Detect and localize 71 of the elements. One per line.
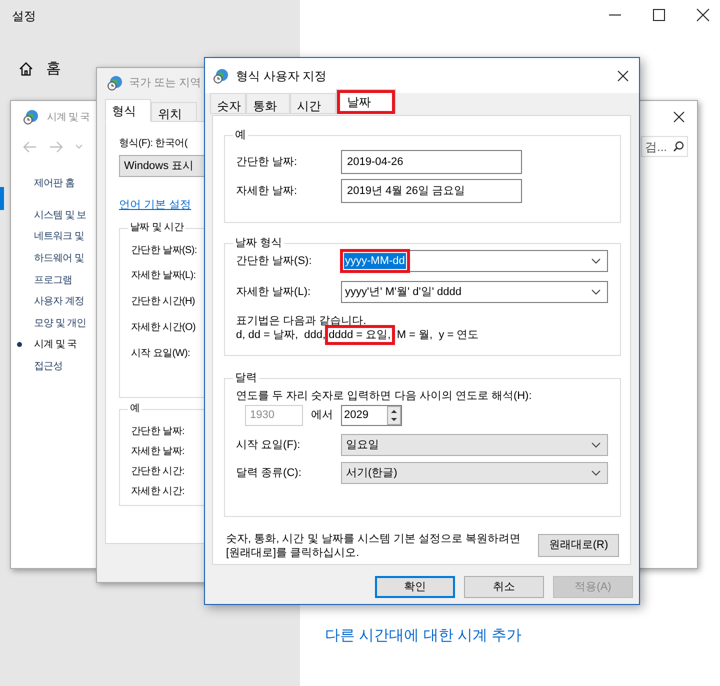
tab[interactable]: 날짜 — [336, 89, 396, 115]
maximize-icon[interactable] — [652, 8, 666, 22]
sidebar-item[interactable]: 제어판 홈 — [34, 176, 74, 192]
field-label: 자세한 날짜: — [131, 444, 184, 459]
notation-text: d, dd = 날짜, ddd, dddd = 요일, M = 월, y = 연도 — [236, 328, 479, 342]
field-label: 시작 요일(W): — [131, 346, 190, 361]
sidebar-item[interactable]: 시스템 및 보 — [34, 208, 86, 223]
tab[interactable]: 형식 — [105, 99, 151, 122]
selection-indicator — [0, 187, 4, 210]
combo-box[interactable]: yyyy'년' M'월' d'일' dddd — [341, 281, 608, 303]
field-label: 간단한 날짜(S): — [236, 254, 312, 269]
dialog-button[interactable]: 취소 — [464, 576, 544, 598]
field-label: 자세한 날짜(L): — [236, 284, 311, 300]
sidebar-item[interactable]: 네트워크 및 — [34, 229, 84, 244]
add-clock-link[interactable]: 다른 시간대에 대한 시계 추가 — [325, 625, 522, 648]
close-icon[interactable] — [696, 8, 710, 22]
language-link[interactable]: 언어 기본 설정 — [119, 197, 192, 214]
window-title: 시계 및 국 — [47, 110, 90, 124]
field-label: 간단한 날짜(S): — [131, 244, 197, 258]
sidebar-item[interactable]: 프로그램 — [34, 272, 72, 288]
tab[interactable]: 시간 — [290, 93, 336, 114]
search-icon — [673, 141, 684, 152]
search-field[interactable]: 검... — [641, 136, 688, 157]
spin-box[interactable]: 2029 — [341, 405, 402, 426]
dialog-button[interactable]: 확인 — [375, 576, 455, 598]
field-label: 간단한 시간(H) — [131, 295, 195, 310]
chevron-down-icon — [591, 289, 601, 295]
tab[interactable]: 숫자 — [210, 93, 246, 114]
output-field: 2019-04-26 — [341, 150, 522, 174]
field-label: 달력 종류(C): — [236, 466, 302, 481]
output-field: 2019년 4월 26일 금요일 — [341, 179, 522, 203]
spinner-arrows-icon[interactable] — [387, 406, 401, 425]
tab[interactable]: 위치 — [151, 102, 197, 122]
close-icon[interactable] — [673, 111, 685, 123]
input-field: 1930 — [245, 405, 303, 426]
restore-button[interactable]: 원래대로(R) — [538, 534, 619, 557]
chevron-down-icon — [591, 470, 601, 476]
field-label: 자세한 날짜(L): — [131, 269, 196, 284]
tab[interactable]: 통화 — [246, 93, 290, 114]
chevron-down-icon — [591, 258, 601, 264]
window-title: 설정 — [12, 8, 36, 25]
close-icon[interactable] — [617, 70, 629, 82]
field-label: 간단한 날짜: — [236, 154, 298, 170]
sidebar-item[interactable]: 접근성 — [34, 359, 62, 374]
combo-box[interactable]: yyyy-MM-dd — [341, 250, 608, 272]
format-label: 형식(F): 한국어( — [119, 137, 188, 151]
group-title: 날짜 및 시간 — [128, 220, 186, 234]
globe-icon — [107, 75, 123, 92]
restore-instructions: 숫자, 통화, 시간 및 날짜를 시스템 기본 설정으로 복원하려면 [원래대로]를 클릭하십시오. — [226, 532, 522, 560]
field-label: 연도를 두 자리 숫자로 입력하면 다음 사이의 연도로 해석(H): — [236, 389, 532, 403]
sidebar-item[interactable]: 모양 및 개인 — [34, 316, 86, 331]
field-label: 간단한 시간: — [131, 465, 184, 479]
dropdown[interactable]: 일요일 — [341, 434, 608, 456]
field-label: 시작 요일(F): — [236, 438, 300, 453]
field-label: 자세한 날짜: — [236, 184, 298, 199]
home-link[interactable]: 홈 — [46, 58, 61, 80]
chevron-down-icon — [591, 442, 601, 448]
globe-icon — [23, 109, 39, 125]
field-label: 자세한 시간(O) — [131, 320, 196, 335]
globe-icon — [213, 68, 229, 84]
sidebar-item[interactable]: 사용자 계정 — [34, 294, 84, 310]
sidebar-item[interactable]: 하드웨어 및 — [34, 251, 84, 266]
window-title: 국가 또는 지역 — [129, 76, 202, 91]
dropdown[interactable]: 서기(한글) — [341, 462, 608, 484]
home-icon[interactable] — [18, 61, 34, 78]
group-title: 예 — [128, 400, 142, 416]
field-label: 자세한 시간: — [131, 485, 184, 500]
field-label: 에서 — [311, 408, 333, 424]
sidebar-item[interactable]: 시계 및 국 — [34, 337, 77, 352]
field-label: 간단한 날짜: — [131, 424, 184, 438]
window-title: 형식 사용자 지정 — [236, 68, 327, 84]
